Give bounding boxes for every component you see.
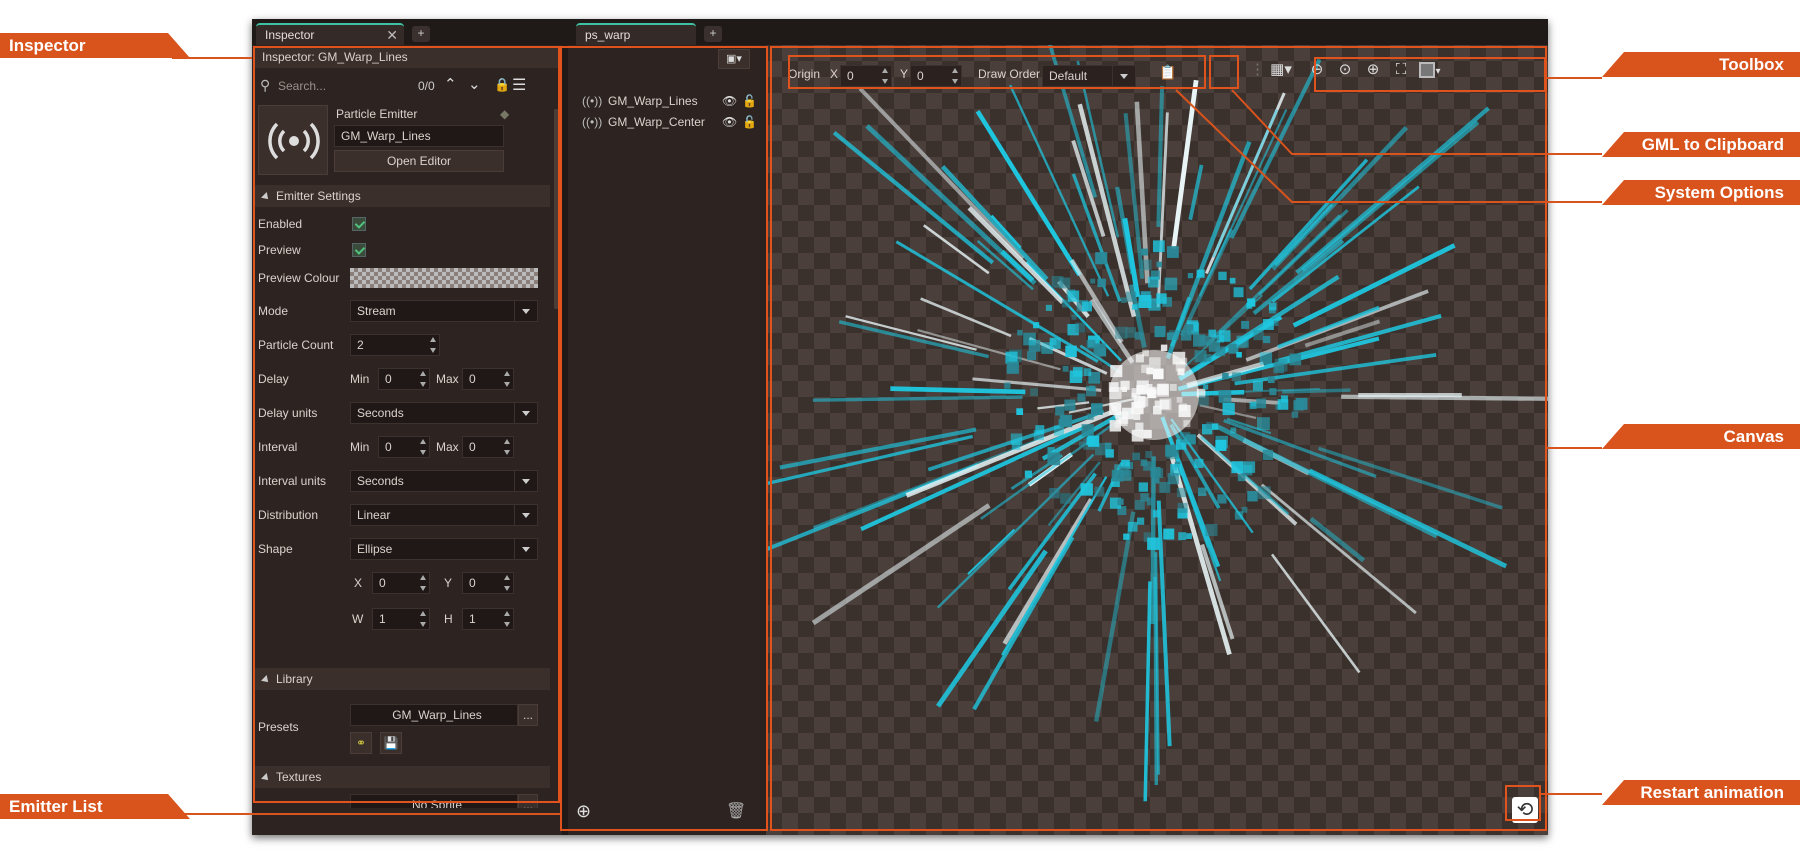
callout-canvas: Canvas <box>1602 424 1800 449</box>
callout-system-options: System Options <box>1602 180 1800 205</box>
leader-lines <box>172 57 1602 815</box>
callout-emitter-list: Emitter List <box>0 794 190 819</box>
callout-gml-to-clipboard: GML to Clipboard <box>1602 132 1800 157</box>
callout-restart-animation: Restart animation <box>1602 780 1800 805</box>
callout-inspector: Inspector <box>0 33 190 58</box>
screenshot: Inspector ✕ + ps_warp + Inspector: GM_Wa… <box>0 0 1800 850</box>
callout-toolbox: Toolbox <box>1602 52 1800 77</box>
